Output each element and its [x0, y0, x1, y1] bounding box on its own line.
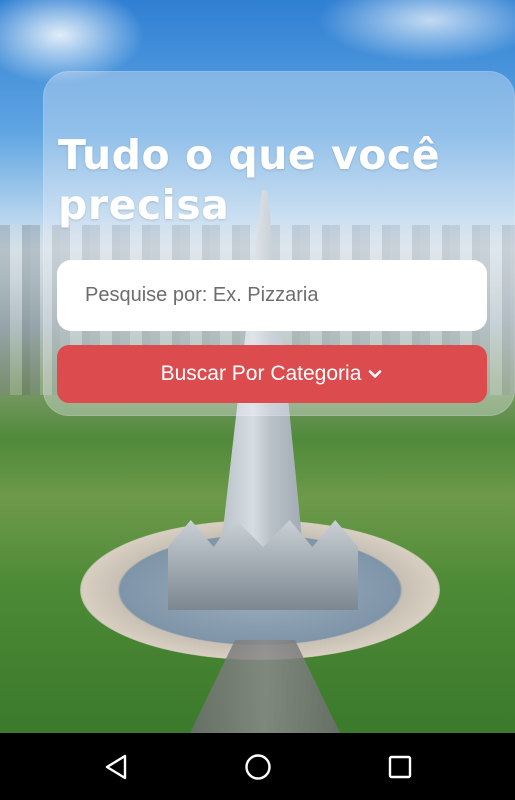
category-button-label: Buscar Por Categoria: [160, 362, 362, 385]
recents-button[interactable]: [384, 751, 416, 783]
hero-headline: Tudo o que você precisa: [58, 131, 441, 229]
recents-square-icon: [388, 755, 412, 779]
home-circle-icon: [245, 754, 271, 780]
chevron-down-icon: [369, 370, 382, 378]
search-input[interactable]: [57, 260, 487, 331]
back-button[interactable]: [100, 751, 132, 783]
android-navigation-bar: [0, 733, 515, 800]
search-by-category-button[interactable]: Buscar Por Categoria: [57, 345, 487, 403]
back-triangle-icon: [105, 754, 127, 780]
home-button[interactable]: [242, 751, 274, 783]
